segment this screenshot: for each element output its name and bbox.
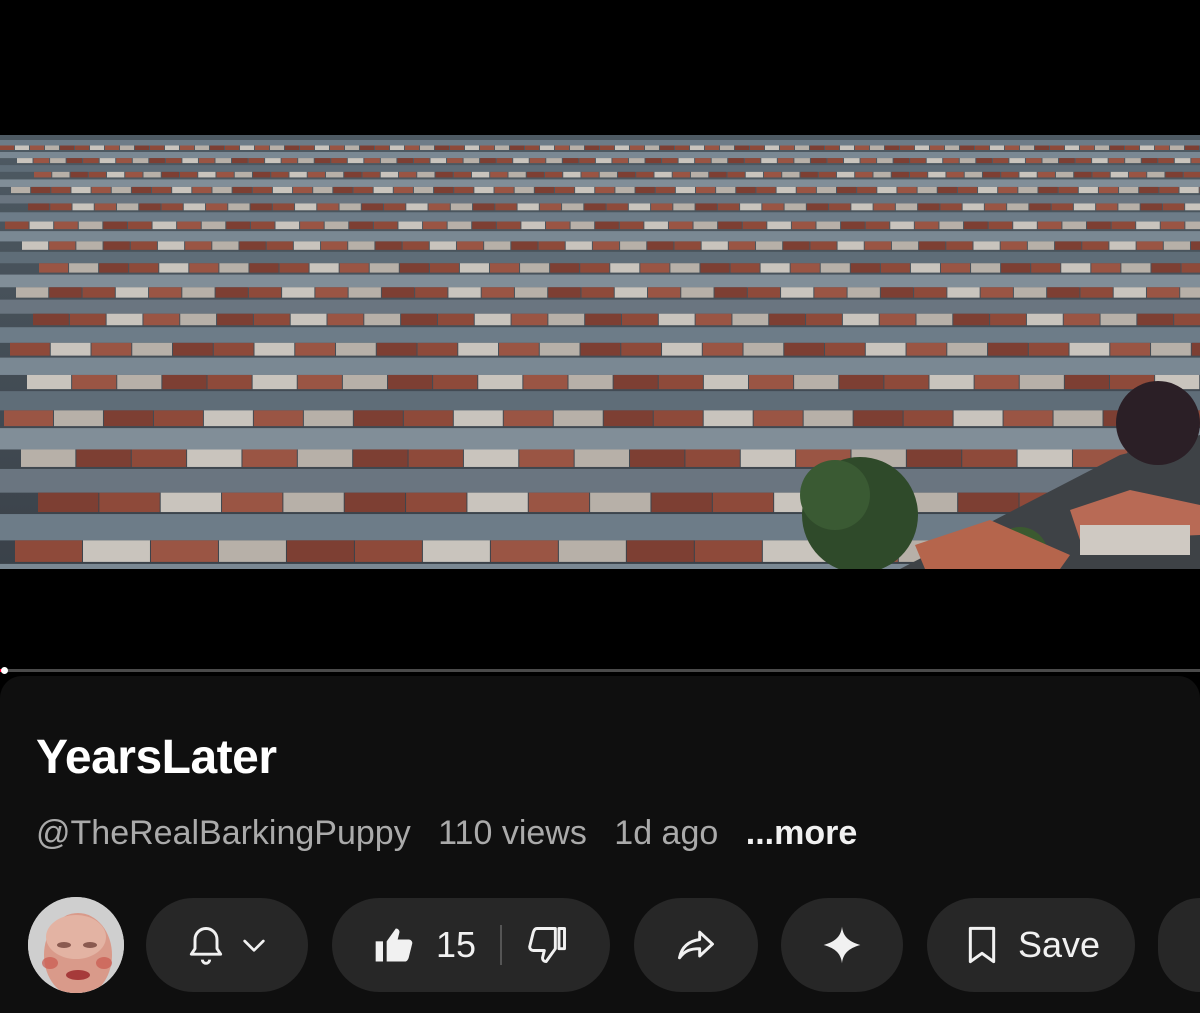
save-label: Save: [1017, 924, 1101, 965]
more-link[interactable]: ...more: [746, 814, 857, 852]
like-divider: [500, 925, 503, 965]
thumbs-down-icon[interactable]: [526, 923, 570, 967]
bookmark-icon: [962, 925, 1002, 965]
notification-button[interactable]: [146, 898, 308, 992]
ask-button[interactable]: [781, 898, 903, 992]
video-player[interactable]: [0, 0, 1200, 672]
save-button[interactable]: Save: [927, 898, 1135, 992]
channel-handle[interactable]: @TheRealBarkingPuppy: [36, 814, 411, 852]
avatar-image: [28, 897, 124, 993]
progress-scrubber[interactable]: [0, 667, 8, 674]
like-dislike-group: 15: [332, 898, 610, 992]
aerial-houses-image: [0, 135, 1200, 569]
avatar[interactable]: [28, 897, 124, 993]
sparkle-icon: [822, 925, 862, 965]
like-count: 15: [435, 924, 477, 965]
chevron-down-icon: [238, 929, 270, 961]
bell-icon: [184, 923, 228, 967]
video-meta[interactable]: @TheRealBarkingPuppy 110 views 1d ago ..…: [36, 814, 875, 853]
thumbs-up-icon[interactable]: [372, 923, 416, 967]
share-button[interactable]: [634, 898, 758, 992]
progress-bar[interactable]: [0, 667, 1200, 674]
upload-age: 1d ago: [614, 814, 719, 852]
video-title[interactable]: YearsLater: [36, 730, 277, 785]
view-count: 110 views: [438, 814, 587, 852]
video-frame[interactable]: [0, 135, 1200, 569]
share-icon: [674, 923, 718, 967]
